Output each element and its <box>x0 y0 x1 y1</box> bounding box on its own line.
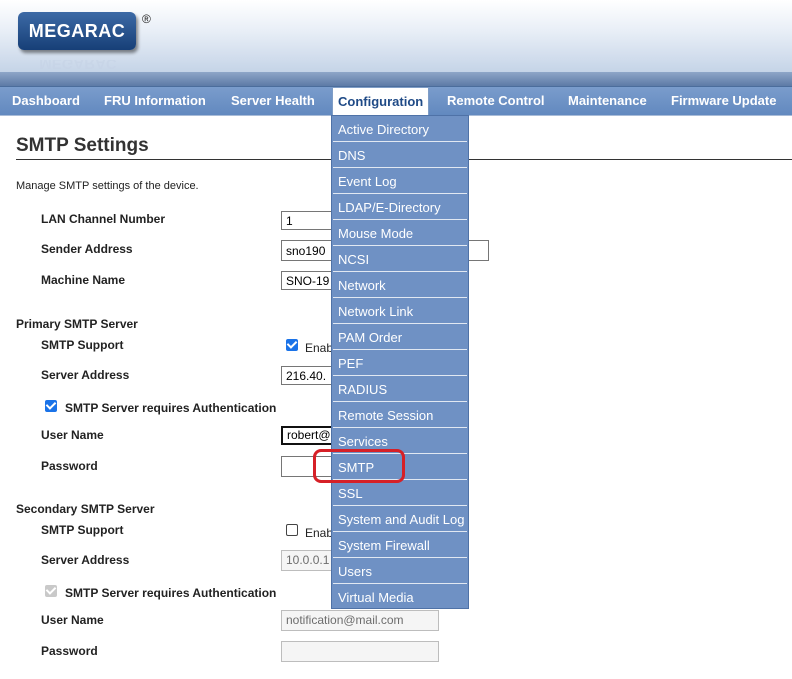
smtp-highlight-annotation <box>313 449 405 483</box>
secondary-enable-label: Enab <box>305 526 334 540</box>
menu-item-remote-session[interactable]: Remote Session <box>333 403 467 428</box>
menu-item-network-link[interactable]: Network Link <box>333 299 467 324</box>
primary-smtp-support-checkbox[interactable] <box>286 339 298 351</box>
secondary-password-field[interactable] <box>281 641 439 662</box>
lan-channel-field[interactable]: 1 <box>281 211 333 230</box>
secondary-password-label: Password <box>41 644 98 658</box>
header-stripe <box>0 72 792 86</box>
secondary-username-field[interactable]: notification@mail.com <box>281 610 439 631</box>
menu-item-users[interactable]: Users <box>333 559 467 584</box>
machine-name-label: Machine Name <box>41 273 126 287</box>
page-description: Manage SMTP settings of the device. <box>16 180 199 192</box>
secondary-username-label: User Name <box>41 613 104 627</box>
lan-channel-label: LAN Channel Number <box>41 212 166 226</box>
secondary-smtp-heading: Secondary SMTP Server <box>16 502 155 516</box>
primary-username-field[interactable]: robert@ <box>281 426 333 445</box>
megarac-logo: MEGARAC <box>18 12 136 50</box>
primary-auth-label: SMTP Server requires Authentication <box>65 401 277 415</box>
menu-item-mouse-mode[interactable]: Mouse Mode <box>333 221 467 246</box>
secondary-auth-checkbox[interactable] <box>45 585 57 597</box>
primary-smtp-heading: Primary SMTP Server <box>16 317 138 331</box>
menu-item-active-directory[interactable]: Active Directory <box>333 117 467 142</box>
nav-dashboard[interactable]: Dashboard <box>12 87 80 115</box>
secondary-server-address-label: Server Address <box>41 553 130 567</box>
menu-item-system-firewall[interactable]: System Firewall <box>333 533 467 558</box>
secondary-smtp-support-label: SMTP Support <box>41 523 124 537</box>
logo-reflection: MEGARAC <box>39 60 117 72</box>
menu-item-ssl[interactable]: SSL <box>333 481 467 506</box>
primary-username-label: User Name <box>41 428 104 442</box>
primary-password-label: Password <box>41 459 98 473</box>
nav-configuration[interactable]: Configuration <box>332 87 430 115</box>
registered-mark: ® <box>142 12 151 26</box>
menu-item-virtual-media[interactable]: Virtual Media <box>333 585 467 610</box>
secondary-server-address-field[interactable]: 10.0.0.1 <box>281 550 333 571</box>
menu-item-network[interactable]: Network <box>333 273 467 298</box>
secondary-auth-label: SMTP Server requires Authentication <box>65 586 277 600</box>
menu-item-dns[interactable]: DNS <box>333 143 467 168</box>
menu-item-radius[interactable]: RADIUS <box>333 377 467 402</box>
primary-server-address-field[interactable]: 216.40. <box>281 366 333 385</box>
secondary-smtp-support-checkbox[interactable] <box>286 524 298 536</box>
configuration-dropdown-menu: Active Directory DNS Event Log LDAP/E-Di… <box>331 115 469 609</box>
menu-item-ldap[interactable]: LDAP/E-Directory <box>333 195 467 220</box>
sender-address-label: Sender Address <box>41 242 133 256</box>
page-title: SMTP Settings <box>16 135 149 156</box>
menu-item-event-log[interactable]: Event Log <box>333 169 467 194</box>
primary-auth-checkbox[interactable] <box>45 400 57 412</box>
nav-firmware-update[interactable]: Firmware Update <box>671 87 776 115</box>
primary-smtp-support-label: SMTP Support <box>41 338 124 352</box>
nav-maintenance[interactable]: Maintenance <box>568 87 647 115</box>
nav-fru-information[interactable]: FRU Information <box>104 87 206 115</box>
primary-server-address-label: Server Address <box>41 368 130 382</box>
primary-enable-label: Enab <box>305 341 334 355</box>
menu-item-pef[interactable]: PEF <box>333 351 467 376</box>
menu-item-ncsi[interactable]: NCSI <box>333 247 467 272</box>
nav-remote-control[interactable]: Remote Control <box>447 87 545 115</box>
menu-item-pam-order[interactable]: PAM Order <box>333 325 467 350</box>
nav-server-health[interactable]: Server Health <box>231 87 315 115</box>
menu-item-system-audit-log[interactable]: System and Audit Log <box>333 507 467 532</box>
main-nav: Dashboard FRU Information Server Health … <box>0 86 792 116</box>
machine-name-field[interactable]: SNO-19 <box>281 271 333 290</box>
